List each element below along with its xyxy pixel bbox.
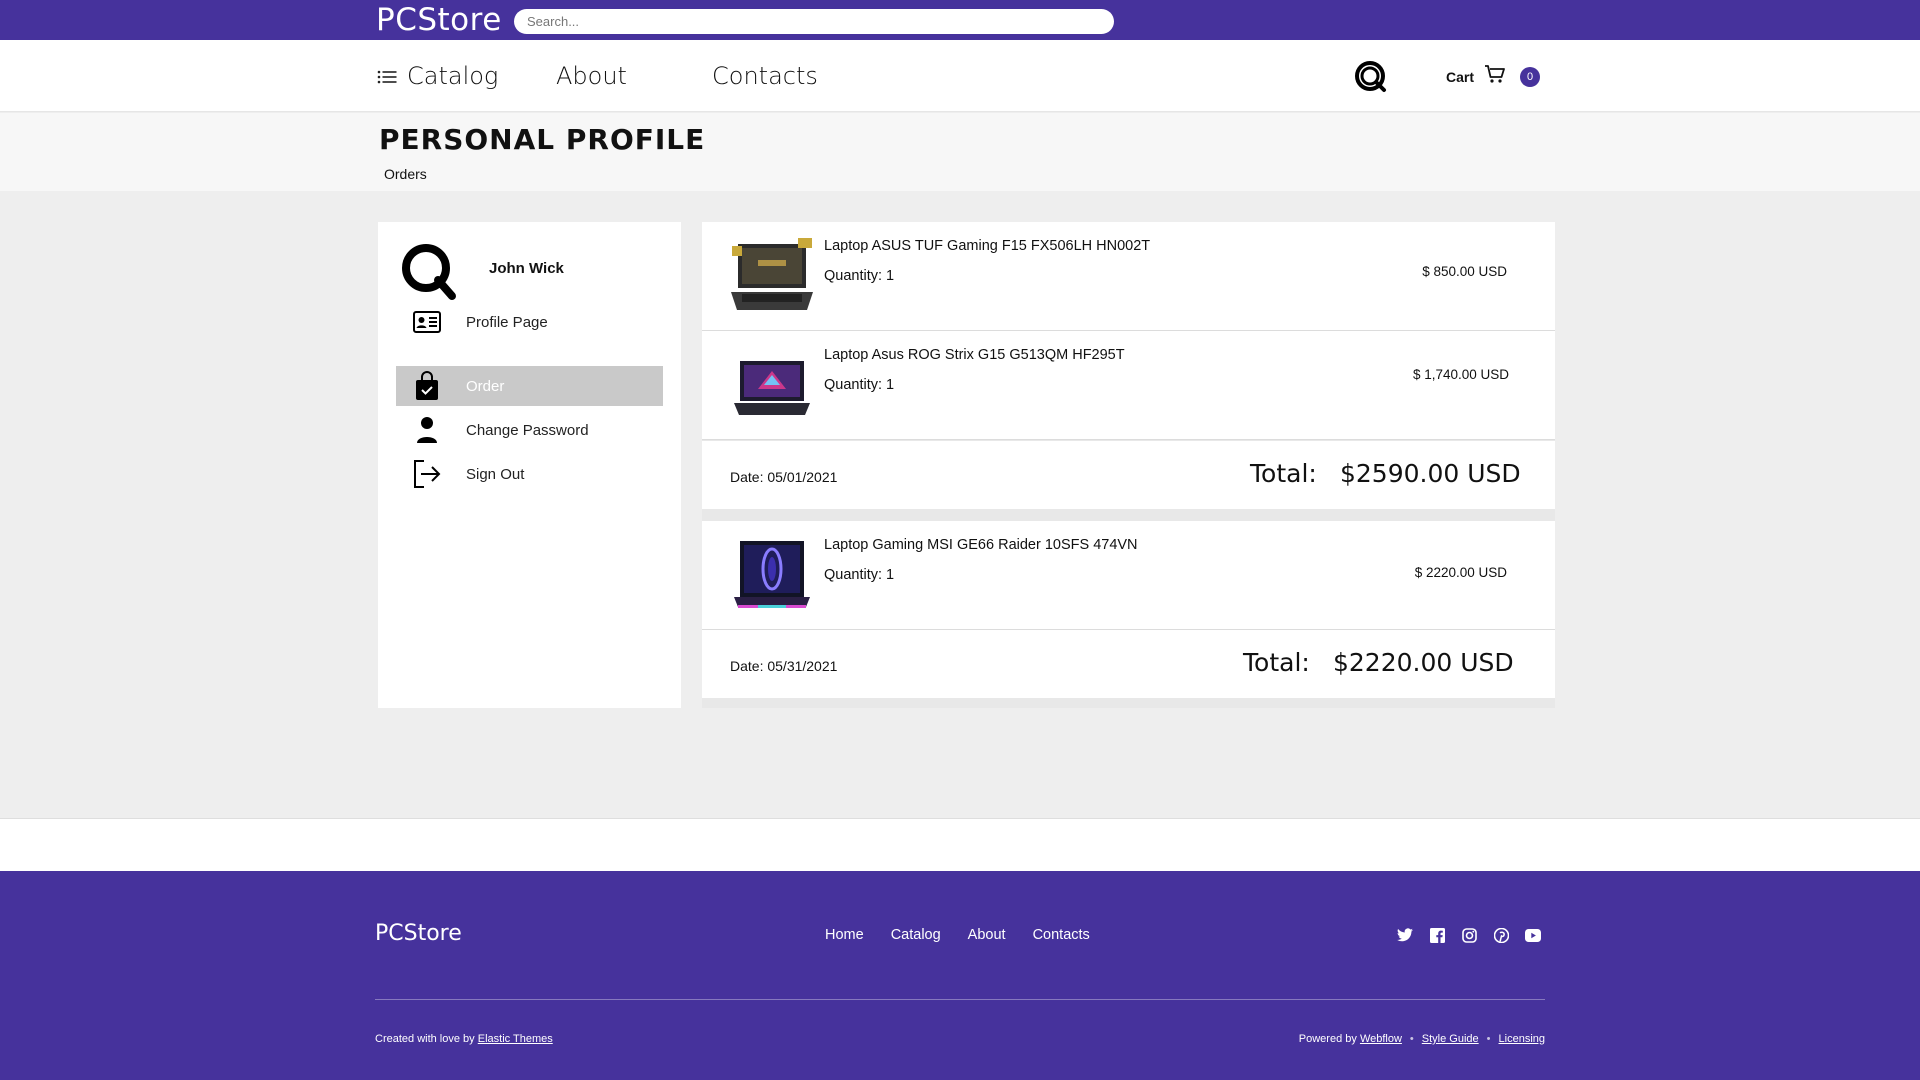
product-quantity: Quantity: 1 [824,268,895,284]
product-quantity: Quantity: 1 [824,567,895,583]
footer-credit: Created with love by Elastic Themes [375,1033,553,1045]
account-search-icon[interactable] [1353,59,1389,95]
elastic-themes-link[interactable]: Elastic Themes [478,1033,553,1045]
sidebar-item-change-password[interactable]: Change Password [396,410,663,450]
footer-divider [375,999,1545,1000]
orders-panel: Laptop ASUS TUF Gaming F15 FX506LH HN002… [702,222,1555,708]
credit-prefix: Created with love by [375,1033,475,1045]
list-icon [377,62,397,90]
order-total-label: Total: [1250,459,1317,488]
search-input[interactable] [514,9,1114,34]
order-total-value: $2590.00 USD [1340,459,1521,488]
order-item[interactable]: Laptop Asus ROG Strix G15 G513QM HF295T … [702,331,1555,440]
product-name[interactable]: Laptop Asus ROG Strix G15 G513QM HF295T [824,347,1125,363]
sidebar-item-label: Order [466,377,505,395]
page-title: PERSONAL PROFILE [379,123,706,156]
sidebar-item-sign-out[interactable]: Sign Out [396,454,663,494]
sidebar-item-profile-page[interactable]: Profile Page [396,302,663,342]
product-price: $ 850.00 USD [1422,264,1507,279]
brand-logo[interactable]: PCStore [376,2,502,38]
twitter-icon[interactable] [1396,926,1414,944]
laptop-thumbnail [728,345,816,425]
order-total-row: Date: 05/01/2021 Total: $2590.00 USD [702,441,1555,509]
cart-icon [1484,64,1506,89]
pinterest-icon[interactable] [1492,926,1510,944]
webflow-link[interactable]: Webflow [1360,1033,1402,1045]
nav-catalog-link[interactable]: Catalog [377,62,498,90]
top-bar: PCStore [0,0,1920,40]
pre-footer-strip [0,818,1920,871]
cart-count-badge: 0 [1520,66,1541,87]
product-quantity: Quantity: 1 [824,377,895,393]
facebook-icon[interactable] [1428,926,1446,944]
page-heading: PERSONAL PROFILE Orders [0,113,1920,191]
separator-dot: • [1486,1033,1491,1045]
footer-meta-links: Powered by Webflow • Style Guide • Licen… [1299,1033,1545,1045]
laptop-thumbnail [728,236,816,316]
footer-link-catalog[interactable]: Catalog [891,927,941,943]
avatar [398,240,460,302]
product-name[interactable]: Laptop ASUS TUF Gaming F15 FX506LH HN002… [824,238,1150,254]
sidebar-item-order[interactable]: Order [396,366,663,406]
nav-catalog-label: Catalog [407,62,499,90]
style-guide-link[interactable]: Style Guide [1422,1033,1479,1045]
profile-sidebar: John Wick Profile Page Order Change Pass… [378,222,681,708]
order-item[interactable]: Laptop ASUS TUF Gaming F15 FX506LH HN002… [702,222,1555,331]
laptop-thumbnail [728,535,816,615]
youtube-icon[interactable] [1524,926,1542,944]
footer-link-about[interactable]: About [968,927,1006,943]
order-total-row: Date: 05/31/2021 Total: $2220.00 USD [702,630,1555,698]
footer-link-contacts[interactable]: Contacts [1033,927,1090,943]
order-date: Date: 05/01/2021 [730,469,838,485]
order-date: Date: 05/31/2021 [730,658,838,674]
footer-nav: Home Catalog About Contacts [825,927,1090,943]
order-item[interactable]: Laptop Gaming MSI GE66 Raider 10SFS 474V… [702,521,1555,630]
product-price: $ 2220.00 USD [1414,565,1507,580]
user-icon [412,415,442,445]
order-total-value: $2220.00 USD [1333,648,1514,677]
sidebar-item-label: Sign Out [466,465,525,483]
instagram-icon[interactable] [1460,926,1478,944]
sidebar-item-label: Profile Page [466,313,548,331]
nav-about-link[interactable]: About [556,62,627,90]
shopping-bag-icon [412,371,442,401]
powered-prefix: Powered by [1298,1033,1357,1045]
product-name[interactable]: Laptop Gaming MSI GE66 Raider 10SFS 474V… [824,537,1138,553]
breadcrumb: Orders [384,166,427,182]
footer-link-home[interactable]: Home [825,927,864,943]
separator-dot: • [1409,1033,1414,1045]
sign-out-icon [412,459,442,489]
id-card-icon [412,307,442,337]
footer-brand-logo[interactable]: PCStore [375,921,462,946]
social-links [1396,926,1542,944]
footer: PCStore Home Catalog About Contacts Crea… [0,871,1920,1080]
cart-label: Cart [1446,68,1475,85]
order-total-label: Total: [1243,648,1310,677]
cart-button[interactable]: Cart 0 [1446,64,1541,89]
sidebar-item-label: Change Password [466,421,589,439]
product-price: $ 1,740.00 USD [1412,367,1509,382]
profile-username: John Wick [489,260,564,277]
main-nav: Catalog About Contacts Cart 0 [0,40,1920,112]
licensing-link[interactable]: Licensing [1499,1033,1545,1045]
nav-contacts-link[interactable]: Contacts [712,62,818,90]
